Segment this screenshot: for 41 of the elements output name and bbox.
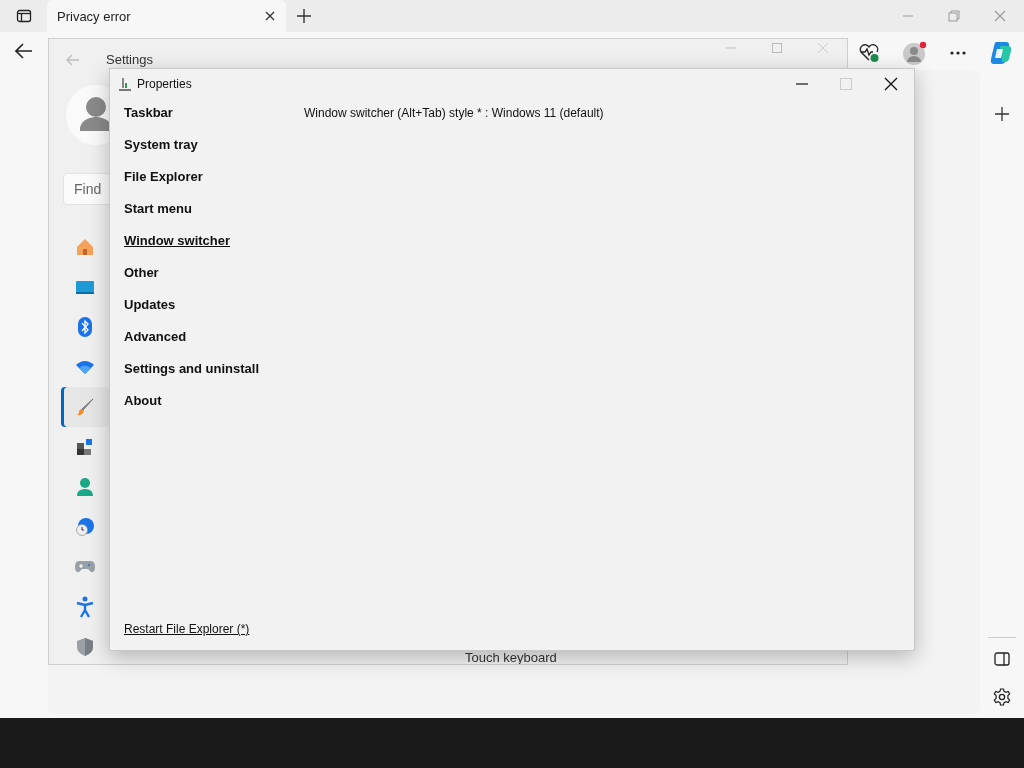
section-link[interactable]: Advanced — [124, 329, 304, 345]
bluetooth-icon — [77, 316, 93, 338]
monitor-icon — [75, 279, 95, 295]
gamepad-icon — [74, 560, 96, 574]
apps-icon — [75, 437, 95, 457]
wifi-icon — [75, 359, 95, 375]
section-link[interactable]: Other — [124, 265, 304, 281]
close-icon[interactable] — [264, 10, 276, 22]
more-icon[interactable] — [950, 51, 966, 55]
health-icon[interactable] — [858, 43, 880, 63]
app-icon — [118, 77, 132, 91]
restart-link[interactable]: Restart File Explorer (*) — [124, 622, 250, 636]
home-icon — [75, 237, 95, 257]
section-link[interactable]: File Explorer — [124, 169, 304, 185]
option-setting[interactable]: Window switcher (Alt+Tab) style * : Windows 11 (default) — [304, 105, 604, 121]
window-title: Settings — [106, 52, 153, 67]
add-icon[interactable] — [995, 107, 1009, 121]
profile-avatar-icon[interactable] — [902, 41, 928, 65]
accessibility-icon — [76, 596, 94, 618]
back-arrow-icon[interactable] — [15, 43, 33, 59]
person-icon — [76, 477, 94, 497]
tab-actions-icon[interactable] — [16, 8, 32, 24]
settings-icon[interactable] — [993, 688, 1011, 706]
section-link[interactable]: Settings and uninstall — [124, 361, 304, 377]
section-link[interactable]: About — [124, 393, 304, 409]
globe-clock-icon — [75, 517, 95, 537]
section-link[interactable]: Updates — [124, 297, 304, 313]
section-link[interactable]: Window switcher — [124, 233, 304, 249]
close-icon[interactable] — [884, 77, 898, 91]
shield-icon — [76, 637, 94, 657]
section-link[interactable]: Taskbar — [124, 105, 304, 121]
new-tab-icon[interactable] — [296, 8, 312, 24]
paintbrush-icon — [75, 397, 95, 417]
dialog-title: Properties — [137, 77, 192, 91]
copilot-icon[interactable] — [988, 40, 1014, 66]
sidebar-toggle-icon[interactable] — [994, 652, 1010, 666]
tab-title: Privacy error — [57, 8, 131, 24]
section-link[interactable]: Start menu — [124, 201, 304, 217]
section-link[interactable]: System tray — [124, 137, 304, 153]
setting-label: Touch keyboard — [465, 651, 557, 664]
browser-tab[interactable]: Privacy error — [47, 0, 286, 32]
